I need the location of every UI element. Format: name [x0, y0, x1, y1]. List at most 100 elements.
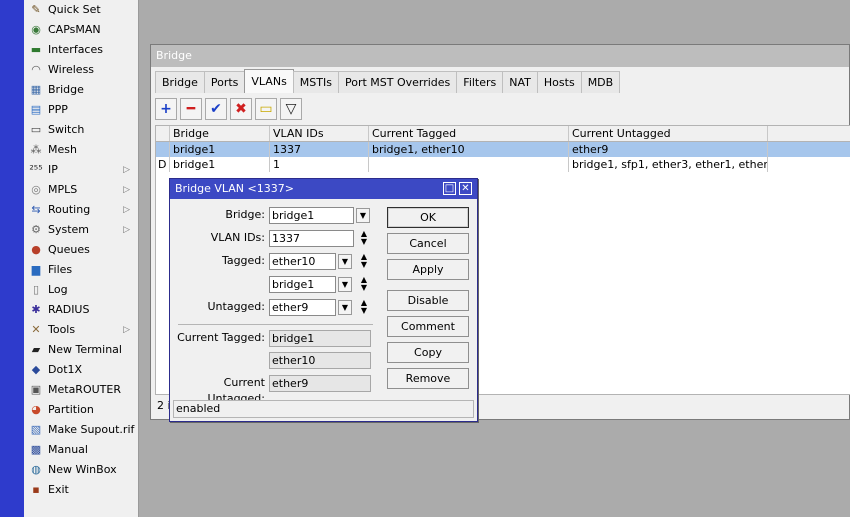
tab-bridge[interactable]: Bridge: [155, 71, 205, 93]
capsman-icon: ◉: [31, 23, 41, 36]
remove-button[interactable]: Remove: [387, 368, 469, 389]
tab-filters[interactable]: Filters: [456, 71, 504, 93]
close-icon[interactable]: ✕: [459, 182, 472, 195]
exit-icon: ▪: [32, 483, 40, 496]
disable-button[interactable]: Disable: [387, 290, 469, 311]
sidebar-item-make-supout-rif[interactable]: ▧ Make Supout.rif: [24, 420, 138, 440]
cancel-button[interactable]: Cancel: [387, 233, 469, 254]
tagged-label: Tagged:: [221, 254, 265, 267]
files-icon: ▆: [31, 263, 41, 276]
sidebar-item-metarouter[interactable]: ▣ MetaROUTER: [24, 380, 138, 400]
sidebar-item-files[interactable]: ▆ Files: [24, 260, 138, 280]
sidebar-item-new-winbox[interactable]: ◍ New WinBox: [24, 460, 138, 480]
tagged-1-add-remove-icon[interactable]: ▲ ▼: [359, 253, 369, 269]
sidebar-item-label: MPLS: [48, 183, 78, 196]
sidebar-item-switch[interactable]: ▭ Switch: [24, 120, 138, 140]
tagged-2-add-remove-icon[interactable]: ▲ ▼: [359, 276, 369, 292]
sidebar-item-ip[interactable]: ²⁵⁵ IP ▷: [24, 160, 138, 180]
sidebar-item-label: Manual: [48, 443, 88, 456]
untagged-add-remove-icon[interactable]: ▲ ▼: [359, 299, 369, 315]
manual-icon: ▩: [30, 443, 42, 456]
tab-nat[interactable]: NAT: [502, 71, 538, 93]
tagged-1-dropdown-icon[interactable]: ▼: [338, 254, 352, 269]
tagged-select-1[interactable]: ether10: [269, 253, 336, 270]
bridge-window-title[interactable]: Bridge: [151, 45, 849, 67]
enable-button[interactable]: ✔: [205, 98, 227, 120]
column-header-bridge[interactable]: Bridge: [170, 126, 270, 141]
sidebar-item-quick-set[interactable]: ✎ Quick Set: [24, 0, 138, 20]
vlan-ids-input[interactable]: 1337: [269, 230, 354, 247]
column-header-current-tagged[interactable]: Current Tagged: [369, 126, 569, 141]
sidebar-item-label: Make Supout.rif: [48, 423, 135, 436]
current-tagged-value-2: ether10: [269, 352, 371, 369]
tab-mdb[interactable]: MDB: [580, 71, 621, 93]
filter-button[interactable]: ▽: [280, 98, 302, 120]
sidebar-item-label: Switch: [48, 123, 85, 136]
maximize-icon[interactable]: □: [443, 182, 456, 195]
disable-button[interactable]: ✖: [230, 98, 252, 120]
tagged-2-dropdown-icon[interactable]: ▼: [338, 277, 352, 292]
sidebar-item-bridge[interactable]: ▦ Bridge: [24, 80, 138, 100]
sidebar-item-partition[interactable]: ◕ Partition: [24, 400, 138, 420]
apply-button[interactable]: Apply: [387, 259, 469, 280]
dialog-titlebar[interactable]: Bridge VLAN <1337> □ ✕: [170, 179, 477, 199]
sidebar-item-interfaces[interactable]: ▬ Interfaces: [24, 40, 138, 60]
vlan-ids-add-remove-icon[interactable]: ▲ ▼: [359, 230, 369, 246]
sidebar-item-capsman[interactable]: ◉ CAPsMAN: [24, 20, 138, 40]
add-button[interactable]: +: [155, 98, 177, 120]
row-flag: D: [156, 157, 170, 172]
tab-hosts[interactable]: Hosts: [536, 71, 582, 93]
sidebar-item-system[interactable]: ⚙ System ▷: [24, 220, 138, 240]
bridge-select[interactable]: bridge1: [269, 207, 354, 224]
row-vlan-ids: 1337: [270, 142, 369, 157]
mpls-icon: ◎: [31, 183, 41, 196]
terminal-icon: ▰: [31, 343, 41, 356]
row-vlan-ids: 1: [270, 157, 369, 172]
table-row[interactable]: Dbridge1 1 bridge1, sfp1, ether3, ether1, …: [156, 157, 850, 172]
sidebar-item-new-terminal[interactable]: ▰ New Terminal: [24, 340, 138, 360]
tab-port-mst-overrides[interactable]: Port MST Overrides: [337, 71, 458, 93]
sidebar-item-radius[interactable]: ✱ RADIUS: [24, 300, 138, 320]
sidebar-item-mpls[interactable]: ◎ MPLS ▷: [24, 180, 138, 200]
log-icon: ▯: [32, 283, 40, 296]
remove-button[interactable]: ━: [180, 98, 202, 120]
column-header-vlan-ids[interactable]: VLAN IDs: [270, 126, 369, 141]
wand-icon: ✎: [31, 3, 41, 16]
sidebar-item-label: Bridge: [48, 83, 84, 96]
sidebar-item-log[interactable]: ▯ Log: [24, 280, 138, 300]
table-row[interactable]: bridge1 1337 bridge1, ether10 ether9: [156, 142, 850, 157]
sidebar-item-label: Interfaces: [48, 43, 103, 56]
column-header-current-untagged[interactable]: Current Untagged: [569, 126, 768, 141]
sidebar-item-queues[interactable]: ● Queues: [24, 240, 138, 260]
copy-button[interactable]: Copy: [387, 342, 469, 363]
submenu-arrow-icon: ▷: [123, 205, 130, 215]
untagged-select[interactable]: ether9: [269, 299, 336, 316]
sidebar-item-manual[interactable]: ▩ Manual: [24, 440, 138, 460]
bridge-dropdown-icon[interactable]: ▼: [356, 208, 370, 223]
sidebar-item-wireless[interactable]: ◠ Wireless: [24, 60, 138, 80]
dialog-status-bar: enabled: [173, 400, 474, 418]
tab-mstis[interactable]: MSTIs: [292, 71, 339, 93]
sidebar-item-dot1x[interactable]: ◆ Dot1X: [24, 360, 138, 380]
sidebar-item-label: Routing: [48, 203, 91, 216]
tab-ports[interactable]: Ports: [203, 71, 246, 93]
current-untagged-value: ether9: [269, 375, 371, 392]
ok-button[interactable]: OK: [387, 207, 469, 228]
interfaces-icon: ▬: [30, 43, 42, 56]
column-header-flag[interactable]: [156, 126, 170, 141]
filter-icon: ▽: [285, 101, 297, 117]
submenu-arrow-icon: ▷: [123, 185, 130, 195]
sidebar-item-routing[interactable]: ⇆ Routing ▷: [24, 200, 138, 220]
sidebar-item-exit[interactable]: ▪ Exit: [24, 480, 138, 500]
system-icon: ⚙: [31, 223, 41, 236]
vlan-table-header: Bridge VLAN IDs Current Tagged Current U…: [156, 126, 850, 142]
comment-button[interactable]: ▭: [255, 98, 277, 120]
tagged-select-2[interactable]: bridge1: [269, 276, 336, 293]
comment-button[interactable]: Comment: [387, 316, 469, 337]
sidebar-item-mesh[interactable]: ⁂ Mesh: [24, 140, 138, 160]
sidebar-item-tools[interactable]: ✕ Tools ▷: [24, 320, 138, 340]
sidebar-item-ppp[interactable]: ▤ PPP: [24, 100, 138, 120]
sidebar-item-label: IP: [48, 163, 58, 176]
untagged-dropdown-icon[interactable]: ▼: [338, 300, 352, 315]
tab-vlans[interactable]: VLANs: [244, 69, 294, 93]
